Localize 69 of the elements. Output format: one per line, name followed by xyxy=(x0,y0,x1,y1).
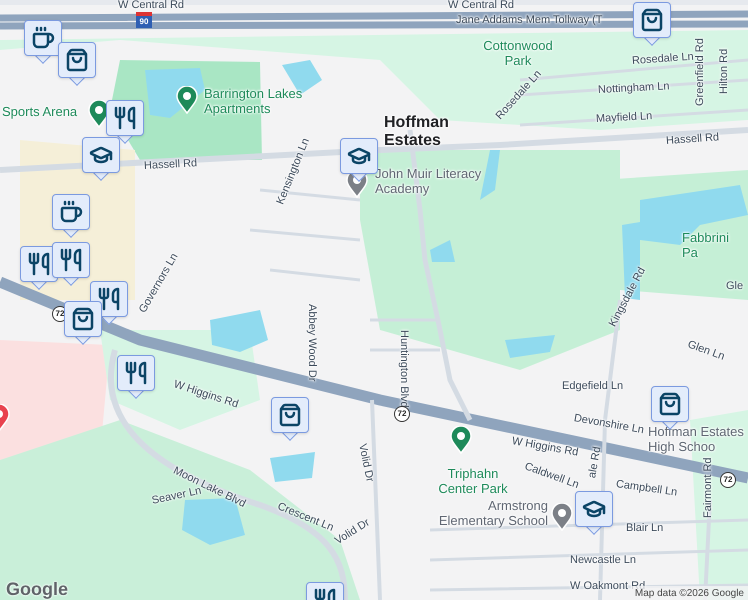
shopping-bag-icon xyxy=(658,392,682,416)
shopping-bag-icon xyxy=(640,8,664,32)
street-label: Mayfield Ln xyxy=(596,110,652,125)
fork-knife-icon xyxy=(124,361,148,385)
street-label: Devonshire Ln xyxy=(572,412,645,436)
pond-shape xyxy=(505,335,555,358)
shop-marker[interactable] xyxy=(271,397,309,443)
place-label: Triphahn Center Park xyxy=(437,466,509,496)
street-label: Newcastle Ln xyxy=(570,554,636,566)
street-label: ale Rd xyxy=(586,446,604,480)
street-label: Hassell Rd xyxy=(666,131,720,147)
street-label: Nottingham Ln xyxy=(598,80,670,96)
restaurant-marker[interactable] xyxy=(52,242,90,288)
street-label: Greenfield Rd xyxy=(694,38,706,106)
cafe-marker[interactable] xyxy=(52,194,90,240)
cafe-marker[interactable] xyxy=(24,20,62,66)
street-label: Hilton Rd xyxy=(718,48,730,94)
street-label: Gle xyxy=(726,280,744,292)
street-label: Seaver Ln xyxy=(150,484,202,507)
restaurant-marker[interactable] xyxy=(117,355,155,401)
restaurant-marker[interactable] xyxy=(106,100,144,146)
school-marker[interactable] xyxy=(575,491,613,537)
pond-shape xyxy=(480,150,500,200)
street-label: Rosedale Ln xyxy=(632,50,694,67)
street-label: Edgefield Ln xyxy=(562,380,624,392)
street-label: Volid Dr xyxy=(332,516,372,548)
shop-marker[interactable] xyxy=(64,301,102,347)
place-label: Barrington Lakes Apartments xyxy=(204,86,304,116)
street-label: Hassell Rd xyxy=(144,157,198,172)
place-label: John Muir Literacy Academy xyxy=(375,166,482,196)
fork-knife-icon xyxy=(97,287,121,311)
place-label: Armstrong Elementary School xyxy=(438,498,548,528)
fork-knife-icon xyxy=(113,106,137,130)
place-label: Cottonwood Park xyxy=(482,38,554,68)
map-attribution: Map data ©2026 Google xyxy=(630,586,748,600)
shopping-bag-icon xyxy=(71,307,95,331)
map-pin-icon[interactable] xyxy=(176,86,198,114)
street-label: Abbey Wood Dr xyxy=(306,304,318,382)
street-label: Volid Dr xyxy=(356,442,376,483)
street-label: W Higgins Rd xyxy=(510,435,580,459)
map-pin-icon[interactable] xyxy=(551,503,573,531)
cup-icon xyxy=(31,26,55,50)
shop-marker[interactable] xyxy=(633,2,671,48)
cup-icon xyxy=(59,200,83,224)
map-pin-icon[interactable] xyxy=(450,426,472,454)
street-label: Fairmont Rd xyxy=(702,457,714,518)
school-marker[interactable] xyxy=(82,137,120,183)
street-label: W Higgins Rd xyxy=(172,378,240,410)
street-label: Blair Ln xyxy=(626,522,664,534)
city-label: Hoffman Estates xyxy=(384,114,450,150)
fork-knife-icon xyxy=(27,252,51,276)
shopping-bag-icon xyxy=(278,403,302,427)
route-shield: 90 xyxy=(136,12,152,28)
pond-shape xyxy=(210,310,268,352)
street-label: Glen Ln xyxy=(686,338,726,363)
street-label: Huntington Blvd xyxy=(398,330,410,408)
shopping-bag-icon xyxy=(65,48,89,72)
street-label: Campbell Ln xyxy=(615,478,678,499)
route-shield: 72 xyxy=(394,406,410,422)
map-logo: Google xyxy=(6,578,68,600)
street-label: W Central Rd xyxy=(118,0,184,11)
street-label: W Central Rd xyxy=(448,0,514,11)
pond-shape xyxy=(430,240,455,262)
pond-shape xyxy=(270,452,315,482)
place-label: Fabbrini Pa xyxy=(682,230,730,260)
place-label: Hoffman Estates High Schoo xyxy=(648,424,745,454)
shop-marker[interactable] xyxy=(58,42,96,88)
fork-knife-icon xyxy=(59,248,83,272)
place-label: Sports Arena xyxy=(2,104,78,119)
